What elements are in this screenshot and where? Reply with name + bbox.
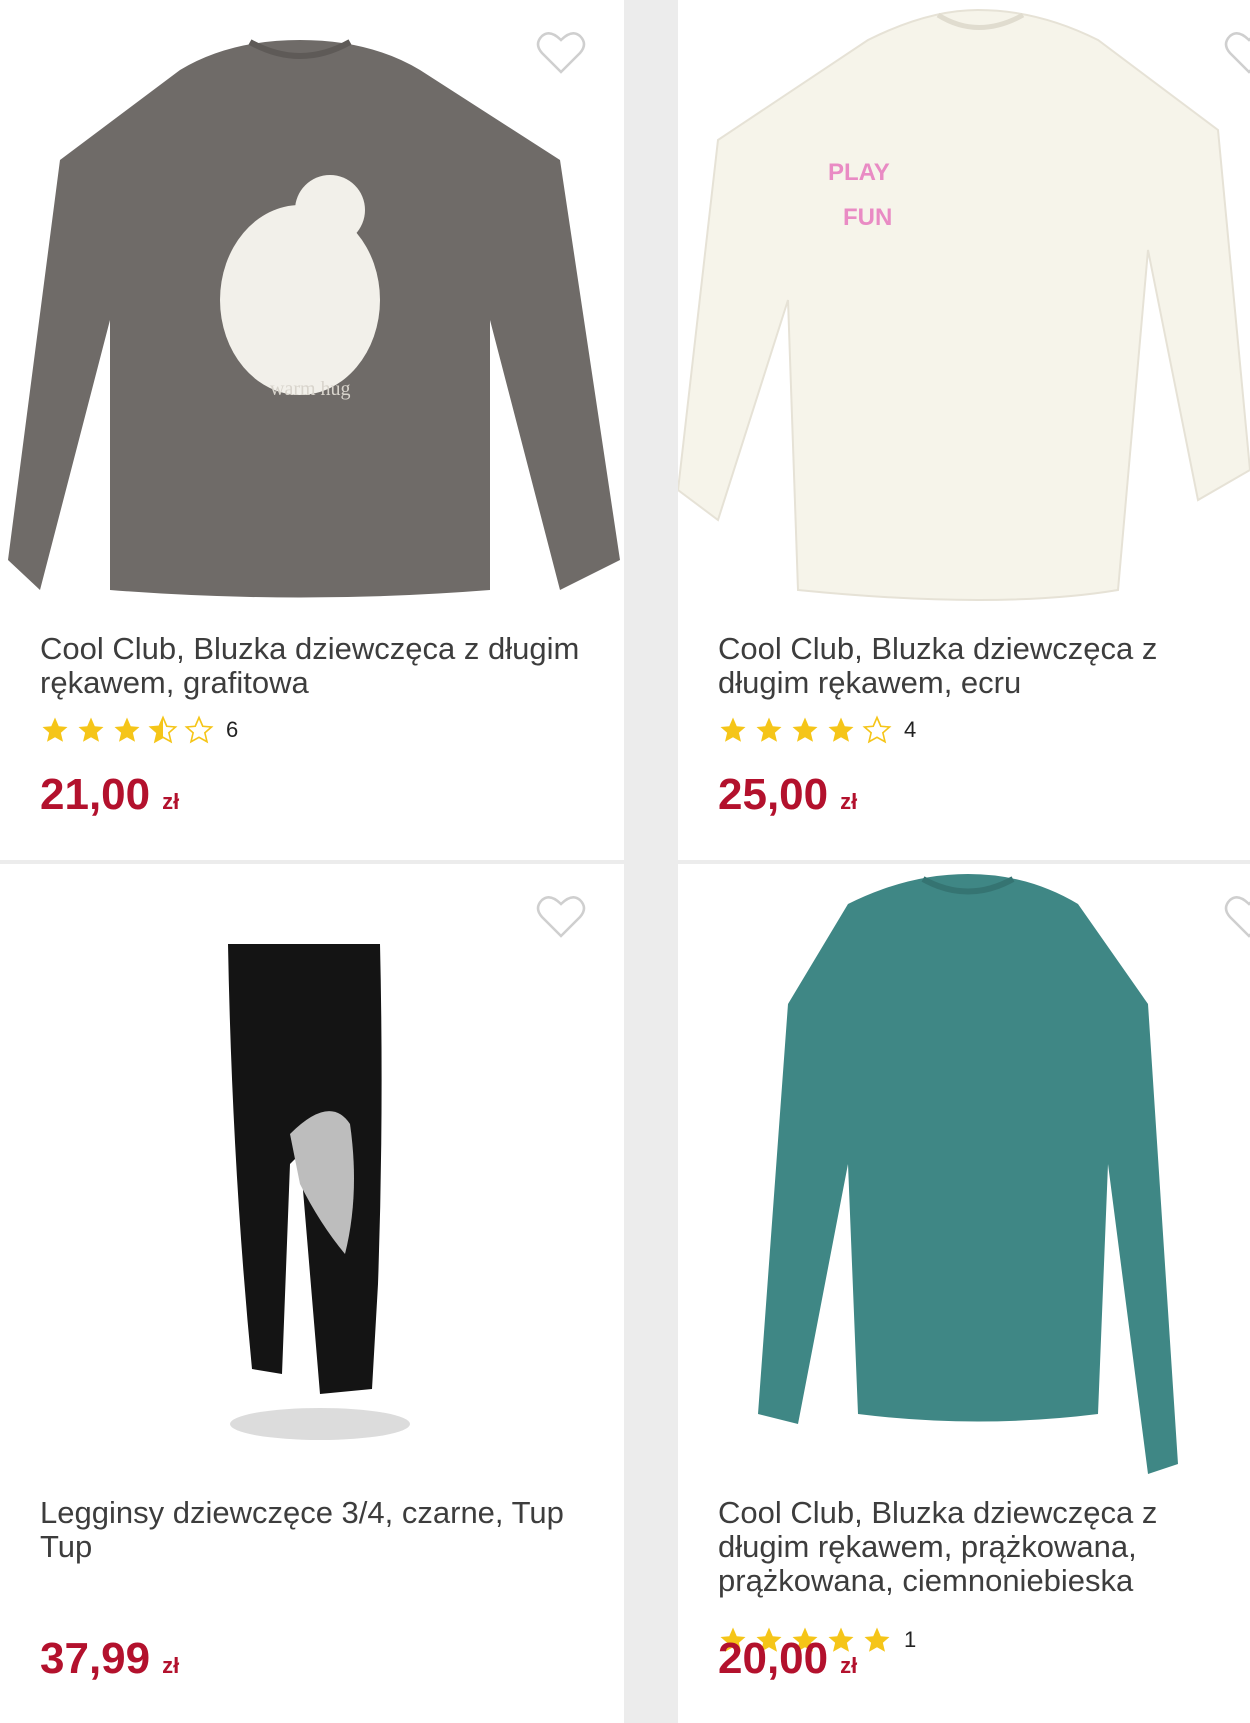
svg-text:FUN: FUN [843,204,892,231]
product-card[interactable]: PLAY FUN Cool Club, Bluzka dziewczęca z … [678,0,1250,860]
heart-outline-icon[interactable] [536,30,586,76]
svg-text:warm hug: warm hug [270,378,351,400]
star-full-icon [42,717,68,742]
price-currency: zł [840,789,858,814]
product-price: 37,99 zł [40,1634,179,1684]
svg-text:PLAY: PLAY [828,159,890,186]
product-card[interactable]: Legginsy dziewczęce 3/4, czarne, Tup Tup… [0,864,624,1723]
price-value: 37,99 [40,1634,151,1683]
heart-outline-icon[interactable] [536,894,586,940]
product-price: 21,00 zł [40,770,179,820]
product-image-grey-sweatshirt[interactable]: warm hug [0,0,624,620]
heart-outline-icon[interactable] [1224,30,1250,76]
product-image-ecru-sweatshirt[interactable]: PLAY FUN [678,0,1250,620]
product-image-black-leggings[interactable] [0,864,624,1484]
price-currency: zł [162,789,180,814]
heart-outline-icon[interactable] [1224,894,1250,940]
star-full-icon [864,1627,890,1652]
star-full-icon [792,717,818,742]
price-value: 20,00 [718,1634,829,1683]
star-full-icon [78,717,104,742]
product-rating: 4 [718,715,916,745]
price-currency: zł [162,1653,180,1678]
rating-count: 4 [904,717,917,742]
product-title[interactable]: Cool Club, Bluzka dziewczęca z długim rę… [718,1496,1218,1598]
product-title[interactable]: Cool Club, Bluzka dziewczęca z długim rę… [718,632,1218,700]
star-full-icon [114,717,140,742]
rating-count: 6 [226,717,239,742]
star-full-icon [720,717,746,742]
product-card[interactable]: Cool Club, Bluzka dziewczęca z długim rę… [678,864,1250,1723]
star-full-icon [828,717,854,742]
product-rating: 6 [40,715,238,745]
star-half-icon [148,715,178,744]
star-empty-icon [862,715,892,744]
product-title[interactable]: Cool Club, Bluzka dziewczęca z długim rę… [40,632,580,700]
star-empty-icon [184,715,214,744]
price-value: 25,00 [718,770,829,819]
price-value: 21,00 [40,770,151,819]
product-card[interactable]: warm hug Cool Club, Bluzka dziewczęca z … [0,0,624,860]
star-full-icon [756,717,782,742]
rating-count: 1 [904,1627,917,1652]
product-title[interactable]: Legginsy dziewczęce 3/4, czarne, Tup Tup [40,1496,580,1564]
price-currency: zł [840,1653,858,1678]
product-image-teal-ribbed-top[interactable] [678,864,1250,1484]
product-price: 25,00 zł [718,770,857,820]
product-price: 20,00 zł [718,1634,857,1684]
